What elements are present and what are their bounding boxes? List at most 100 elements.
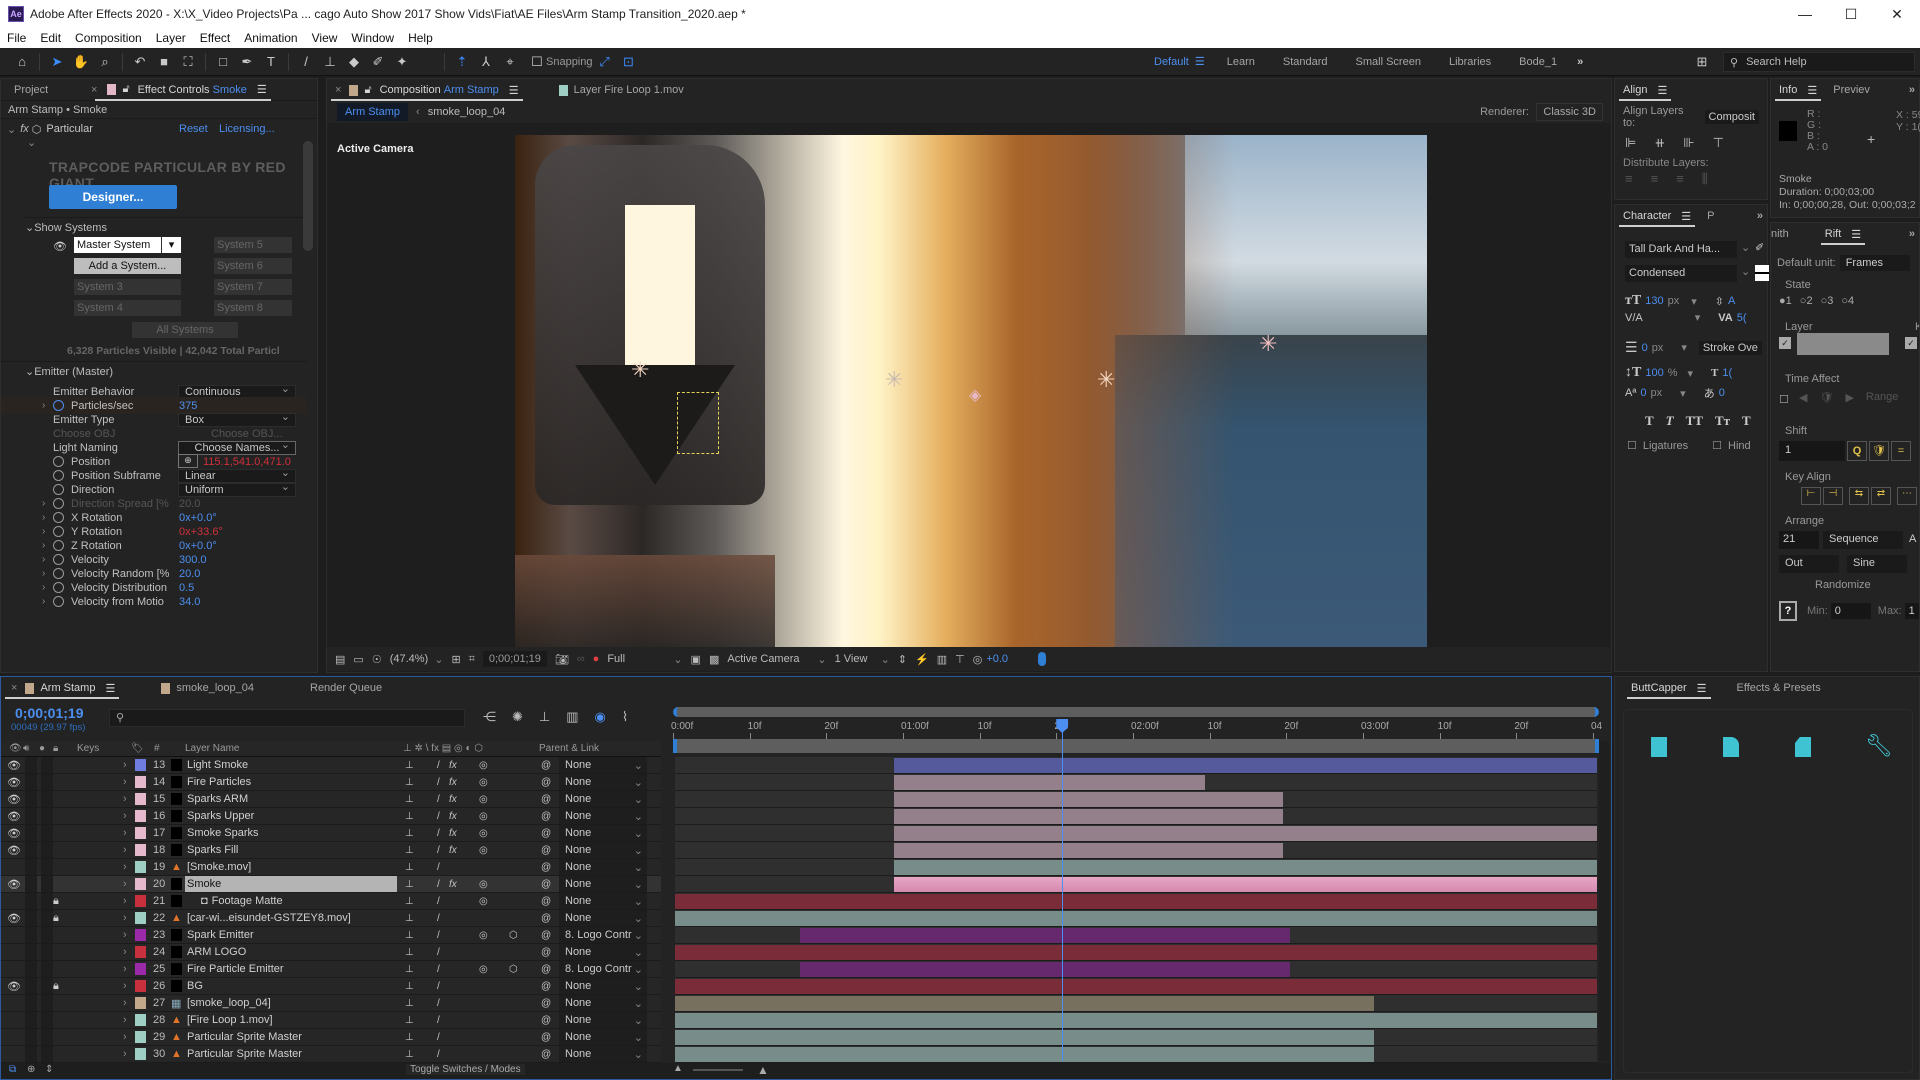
shift-q-button[interactable]: Q (1847, 441, 1867, 461)
designer-button[interactable]: Designer... (49, 185, 177, 209)
snap-features-icon[interactable]: ⊡ (619, 52, 639, 72)
brush-tool-icon[interactable]: / (296, 52, 316, 72)
label-color-swatch[interactable] (135, 1048, 146, 1060)
layer-name[interactable]: Particular Sprite Master (185, 1046, 397, 1062)
quality-switch[interactable]: / (437, 1046, 440, 1062)
key-align-right-icon[interactable]: ⊣ (1823, 487, 1843, 505)
solo-toggle[interactable] (41, 757, 53, 773)
reset-link[interactable]: Reset (179, 123, 208, 135)
visibility-toggle[interactable] (7, 961, 19, 977)
parent-select[interactable]: None ⌄ (559, 893, 647, 909)
font-family-select[interactable]: Tall Dark And Ha... (1625, 241, 1737, 258)
solo-toggle[interactable] (41, 859, 53, 875)
quality-switch[interactable]: / (437, 978, 440, 994)
exposure-value[interactable]: +0.0 (986, 653, 1008, 665)
quality-switch[interactable]: / (437, 842, 440, 858)
distribute-bottom-icon[interactable]: ≡ (1676, 171, 1684, 187)
effects-switch[interactable]: fx (449, 808, 457, 824)
lock-toggle[interactable]: 🔒︎ (53, 910, 65, 926)
tab-smoke-loop-04[interactable]: smoke_loop_04 (153, 677, 262, 699)
transparency-grid-icon[interactable]: ▩ (709, 653, 719, 666)
key-align-spread-icon[interactable]: ⋯ (1897, 487, 1917, 505)
visibility-toggle[interactable] (7, 893, 19, 909)
layer-duration-bar[interactable] (675, 979, 1597, 994)
reset-exposure-icon[interactable]: ◎ (973, 653, 983, 666)
audio-toggle[interactable] (25, 757, 37, 773)
pick-whip-icon[interactable]: @ (541, 808, 551, 824)
flowchart-icon[interactable]: ⊤ (955, 653, 965, 666)
property-value[interactable]: 34.0 (179, 596, 200, 608)
audio-toggle[interactable] (25, 859, 37, 875)
layer-name[interactable]: Sparks Fill (185, 842, 397, 858)
quality-switch[interactable]: / (437, 927, 440, 943)
menu-window[interactable]: Window (344, 31, 401, 45)
layer-row[interactable]: 👁︎ › 14 Fire Particles ⊥ / fx ◎ @ None ⌄ (1, 774, 661, 791)
layer-name[interactable]: Fire Particles (185, 774, 397, 790)
default-unit-select[interactable]: Frames (1839, 255, 1910, 271)
visibility-toggle[interactable]: 👁︎ (7, 876, 21, 892)
adjustment-switch[interactable]: ◎ (479, 842, 488, 858)
shy-switch[interactable]: ⊥ (405, 757, 414, 773)
solo-toggle[interactable] (41, 1046, 53, 1062)
layer-mode-buttons[interactable] (1797, 333, 1889, 355)
quality-switch[interactable]: / (437, 808, 440, 824)
adjustment-switch[interactable]: ◎ (479, 808, 488, 824)
fx-icon[interactable]: fx (20, 123, 29, 135)
layer-duration-bar[interactable] (675, 1013, 1597, 1028)
effects-switch[interactable]: fx (449, 825, 457, 841)
shy-switch[interactable]: ⊥ (405, 1012, 414, 1028)
effects-switch[interactable]: fx (449, 774, 457, 790)
layer-duration-bar[interactable] (894, 826, 1597, 841)
solo-toggle[interactable] (41, 791, 53, 807)
3d-layer-switch[interactable]: ⬡ (509, 927, 518, 943)
shy-switch[interactable]: ⊥ (405, 1029, 414, 1045)
stopwatch-icon[interactable] (53, 596, 64, 607)
quality-switch[interactable]: / (437, 944, 440, 960)
current-time-field[interactable]: 0;00;01;19 (482, 651, 547, 667)
title-action-safe-icon[interactable]: ⊞ (451, 653, 460, 666)
quality-switch[interactable]: / (437, 825, 440, 841)
overflow-button[interactable]: » (1757, 210, 1763, 222)
time-ruler[interactable]: 0:00f 10f 20f 01:00f 10f 20f 02:00f 10f 20f 03:00… (671, 717, 1602, 739)
expand-chevron-icon[interactable]: ⌄ (27, 136, 36, 149)
quality-switch[interactable]: / (437, 757, 440, 773)
expand-chevron-icon[interactable]: › (123, 876, 127, 892)
panel-menu-icon[interactable]: ☰ (257, 83, 267, 96)
layer-name[interactable]: Light Smoke (185, 757, 397, 773)
distribute-vcenter-icon[interactable]: ≡ (1651, 171, 1659, 187)
audio-toggle[interactable] (25, 995, 37, 1011)
tab-arm-stamp[interactable]: × Arm Stamp ☰ (1, 677, 123, 699)
property-value[interactable]: 300.0 (179, 554, 207, 566)
stopwatch-icon[interactable] (53, 540, 64, 551)
expand-chevron-icon[interactable]: › (42, 540, 45, 551)
expand-chevron-icon[interactable]: › (123, 842, 127, 858)
arrange-mode-select[interactable]: Sequence (1823, 531, 1903, 549)
butt-cap-angle-icon[interactable] (1795, 737, 1811, 757)
parent-select[interactable]: None ⌄ (559, 859, 647, 875)
motion-blur-icon[interactable]: ◉ (595, 709, 606, 725)
selection-tool-icon[interactable]: ➤ (47, 52, 67, 72)
stopwatch-icon[interactable] (53, 498, 64, 509)
randomize-min-field[interactable]: 0 (1830, 603, 1871, 619)
pick-whip-icon[interactable]: @ (541, 1012, 551, 1028)
region-of-interest-icon[interactable]: ⌗ (469, 653, 475, 666)
pick-whip-icon[interactable]: @ (541, 944, 551, 960)
3d-layer-switch[interactable]: ⬡ (509, 961, 518, 977)
shift-value[interactable]: 1 (1779, 441, 1845, 461)
adjustment-switch[interactable]: ◎ (479, 757, 488, 773)
puppet-pin-tool-icon[interactable]: ✦ (392, 52, 412, 72)
local-axis-icon[interactable]: ⇡ (452, 52, 472, 72)
lock-toggle[interactable]: 🔒︎ (53, 978, 65, 994)
layer-row[interactable]: 👁︎ › 13 Light Smoke ⊥ / fx ◎ @ None ⌄ (1, 757, 661, 774)
solo-toggle[interactable] (41, 1012, 53, 1028)
workspace-standard[interactable]: Standard (1269, 56, 1342, 68)
audio-toggle[interactable] (25, 893, 37, 909)
lock-toggle[interactable] (53, 808, 65, 824)
label-color-swatch[interactable] (135, 929, 146, 941)
composition-mini-flowchart-icon[interactable]: ⋲ (483, 709, 496, 725)
stopwatch-icon[interactable] (53, 456, 64, 467)
audio-toggle[interactable] (25, 944, 37, 960)
view-layout-select[interactable]: 1 View (835, 653, 881, 665)
layer-row[interactable]: 👁︎ › 18 Sparks Fill ⊥ / fx ◎ @ None ⌄ (1, 842, 661, 859)
comp-navigator-smoke-loop[interactable]: smoke_loop_04 (428, 106, 506, 118)
